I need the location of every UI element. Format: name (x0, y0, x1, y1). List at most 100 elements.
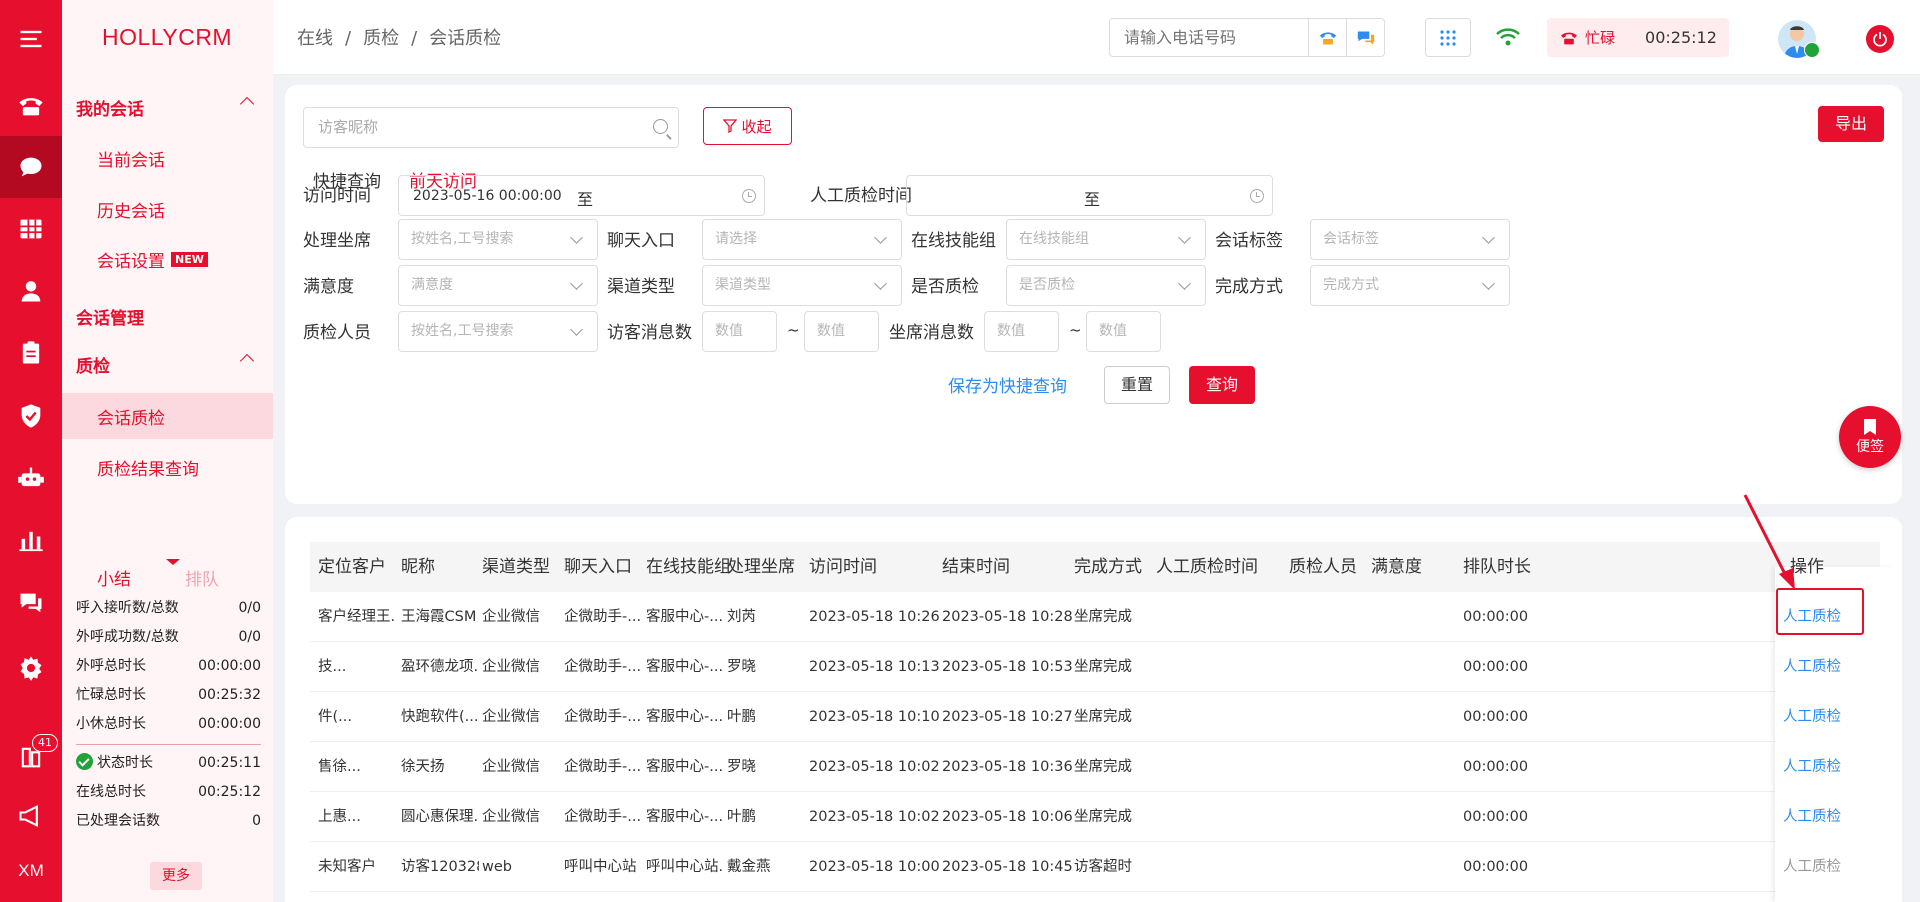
breadcrumb-item[interactable]: 在线 (297, 28, 333, 49)
col-header[interactable]: 人工质检时间 (1156, 542, 1258, 592)
channel-label: 渠道类型 (607, 277, 675, 297)
cell-finish: 坐席完成 (1074, 659, 1132, 675)
visitor-msg-min[interactable]: 数值 (702, 311, 777, 352)
cell-finish: 坐席完成 (1074, 609, 1132, 625)
manual-qc-link[interactable]: 人工质检 (1783, 842, 1841, 892)
col-header[interactable]: 满意度 (1371, 542, 1422, 592)
menu-toggle-icon[interactable] (0, 8, 62, 70)
clock-icon (742, 189, 756, 203)
col-header[interactable]: 结束时间 (942, 542, 1010, 592)
cell-customer: 上惠... (318, 809, 361, 825)
col-header[interactable]: 渠道类型 (482, 542, 550, 592)
col-header[interactable]: 完成方式 (1074, 542, 1142, 592)
work-summary: 小结 排队 呼入接听数/总数 0/0 外呼成功数/总数 0/0 外呼总时长 00:00… (62, 558, 273, 836)
cell-end: 2023-05-18 10:27:14 (942, 709, 1072, 725)
agent-select[interactable]: 按姓名,工号搜索 (398, 219, 598, 260)
table-row[interactable]: 技... 盈环德龙项... 企业微信 企微助手-... 客服中心-... 罗晓 2023-0… (310, 642, 1880, 692)
table-row[interactable]: 未知客户 访客120328 web 呼叫中心站 呼叫中心站... 戴金燕 2023-05-1… (310, 842, 1880, 892)
reset-button[interactable]: 重置 (1104, 366, 1170, 404)
settings-gear-icon[interactable] (0, 637, 62, 699)
nav-group-qc[interactable]: 质检 (76, 352, 256, 377)
cell-end: 2023-05-18 10:45:22 (942, 859, 1072, 875)
manual-qc-link[interactable]: 人工质检 (1783, 642, 1841, 692)
nav-group-my-sessions[interactable]: 我的会话 (76, 95, 256, 120)
phone-input[interactable] (1110, 19, 1308, 56)
manual-qc-link[interactable]: 人工质检 (1783, 692, 1841, 742)
save-quick-query-link[interactable]: 保存为快捷查询 (948, 372, 1067, 397)
visitor-msg-max[interactable]: 数值 (804, 311, 879, 352)
finish-select[interactable]: 完成方式 (1310, 265, 1510, 306)
cell-entry: 企微助手-... (564, 659, 642, 675)
table-row[interactable]: 售徐... 徐天扬 企业微信 企微助手-... 客服中心-... 罗晓 2023-05-18… (310, 742, 1880, 792)
chat-icon[interactable] (0, 136, 62, 198)
cell-channel: 企业微信 (482, 609, 540, 625)
collapse-button[interactable]: 收起 (703, 107, 792, 145)
query-button[interactable]: 查询 (1189, 366, 1255, 404)
visit-time-range[interactable]: 2023-05-16 00:00:00 至 (398, 175, 765, 216)
table-row[interactable]: 件(... 快跑软件(... 企业微信 企微助手-... 客服中心-... 叶鹏 2023-… (310, 692, 1880, 742)
cell-finish: 坐席完成 (1074, 759, 1132, 775)
col-header[interactable]: 在线技能组 (646, 542, 731, 592)
manual-qc-link[interactable]: 人工质检 (1783, 742, 1841, 792)
cell-agent: 刘芮 (727, 609, 756, 625)
cell-customer: 客户经理王... (318, 609, 396, 625)
agent-msg-min[interactable]: 数值 (984, 311, 1059, 352)
busy-phone-icon (1561, 32, 1577, 44)
robot-icon[interactable] (0, 447, 62, 509)
logout-power-icon[interactable] (1866, 25, 1894, 53)
entry-select[interactable]: 请选择 (702, 219, 902, 260)
agent-msg-max[interactable]: 数值 (1086, 311, 1161, 352)
cell-queue: 00:00:00 (1463, 709, 1529, 725)
cell-customer: 技... (318, 659, 347, 675)
col-header[interactable]: 处理坐席 (727, 542, 795, 592)
filter-icon (723, 119, 738, 133)
bar-chart-icon[interactable] (0, 509, 62, 571)
nav-item-session-qc[interactable]: 会话质检 (62, 393, 273, 439)
tab-summary[interactable]: 小结 (97, 558, 185, 590)
clipboard-icon[interactable] (0, 322, 62, 384)
col-header[interactable]: 质检人员 (1289, 542, 1357, 592)
skill-group-select[interactable]: 在线技能组 (1006, 219, 1206, 260)
cell-nickname: 盈环德龙项... (401, 659, 479, 675)
phone-icon[interactable] (0, 75, 62, 137)
col-header[interactable]: 排队时长 (1463, 542, 1531, 592)
sms-button[interactable] (1346, 19, 1384, 56)
comments-icon[interactable] (0, 572, 62, 634)
user-icon[interactable] (0, 260, 62, 322)
col-header[interactable]: 昵称 (401, 542, 435, 592)
shield-icon[interactable] (0, 385, 62, 447)
cell-finish: 坐席完成 (1074, 809, 1132, 825)
grid-icon[interactable] (0, 198, 62, 260)
more-button[interactable]: 更多 (150, 862, 202, 890)
nickname-search-input[interactable]: 访客昵称 (303, 107, 679, 148)
dial-button[interactable] (1308, 19, 1346, 56)
user-initials[interactable]: XM (0, 840, 62, 902)
dialpad-button[interactable] (1425, 18, 1471, 57)
note-button[interactable]: 便签 (1839, 406, 1901, 468)
manual-qc-time-range[interactable]: 至 (906, 175, 1273, 216)
agent-status[interactable]: 忙碌 00:25:12 (1547, 18, 1729, 57)
agent-label: 处理坐席 (303, 231, 371, 251)
table-row[interactable]: 客户经理王... 王海霞CSM 企业微信 企微助手-... 客服中心-... 刘芮 2023… (310, 592, 1880, 642)
inspector-select[interactable]: 按姓名,工号搜索 (398, 311, 598, 352)
tab-queue[interactable]: 排队 (185, 565, 273, 590)
col-header[interactable]: 定位客户 (318, 542, 386, 592)
tag-select[interactable]: 会话标签 (1310, 219, 1510, 260)
nav-item-current-session[interactable]: 当前会话 (62, 135, 273, 181)
nav-group-session-mgmt[interactable]: 会话管理 (76, 304, 256, 329)
summary-row: 已处理会话数 0 (76, 813, 261, 829)
manual-qc-link[interactable]: 人工质检 (1783, 792, 1841, 842)
col-header[interactable]: 聊天入口 (564, 542, 632, 592)
export-button[interactable]: 导出 (1818, 106, 1884, 142)
is-qc-select[interactable]: 是否质检 (1006, 265, 1206, 306)
col-header[interactable]: 访问时间 (809, 542, 877, 592)
channel-select[interactable]: 渠道类型 (702, 265, 902, 306)
nav-item-history-session[interactable]: 历史会话 (62, 186, 273, 232)
notebook-icon[interactable]: 41 (0, 726, 62, 788)
satisfaction-select[interactable]: 满意度 (398, 265, 598, 306)
breadcrumb-item[interactable]: 质检 (363, 28, 399, 49)
nav-item-session-settings[interactable]: 会话设置 NEW (62, 236, 273, 282)
table-row[interactable]: 上惠... 圆心惠保理... 企业微信 企微助手-... 客服中心-... 叶鹏 2023-… (310, 792, 1880, 842)
megaphone-icon[interactable] (0, 785, 62, 847)
nav-item-qc-results[interactable]: 质检结果查询 (62, 444, 273, 490)
